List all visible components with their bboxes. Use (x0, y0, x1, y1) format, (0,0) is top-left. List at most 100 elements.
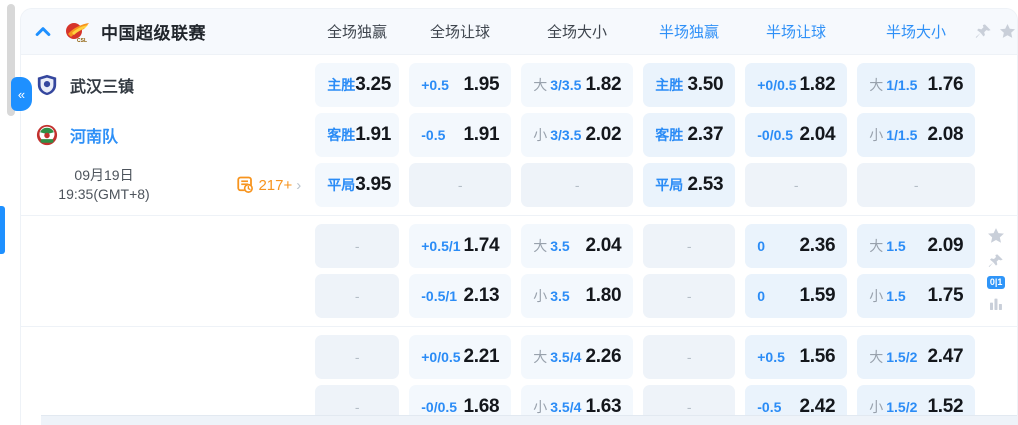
odds-selection-label: 客胜 (655, 125, 683, 145)
odds-cell-empty: - (409, 163, 511, 207)
info-spacer (21, 224, 315, 318)
odds-value: 1.75 (927, 285, 963, 307)
away-team-name: 河南队 (70, 123, 118, 147)
odds-value: 2.02 (585, 124, 621, 146)
home-team-row[interactable]: 武汉三镇 (21, 63, 315, 107)
column-header-half: 半场让球 (745, 21, 847, 42)
odds-value: 1.56 (799, 346, 835, 368)
odds-cell[interactable]: 客胜1.91 (315, 113, 399, 157)
odds-selection-label: 主胜 (327, 75, 355, 95)
odds-cell[interactable]: +0.5 1.95 (409, 63, 511, 107)
odds-cell[interactable]: +0.5/11.74 (409, 224, 511, 268)
pin-match-icon[interactable] (988, 253, 1004, 269)
odds-cell[interactable]: 大3.52.04 (521, 224, 633, 268)
league-header-left: CSL 中国超级联赛 (21, 19, 315, 44)
odds-selection-label: 小3.5/4 (533, 397, 581, 417)
odds-cell[interactable]: 小3.51.80 (521, 274, 633, 318)
left-edge-indicator (0, 206, 5, 254)
odds-value: 1.59 (799, 285, 835, 307)
odds-value: 3.25 (355, 74, 391, 96)
league-title: 中国超级联赛 (101, 19, 206, 44)
odds-selection-label: 0 (757, 288, 765, 304)
odds-cell[interactable]: +0/0.52.21 (409, 335, 511, 379)
odds-value: 1.95 (463, 74, 499, 96)
odds-cell[interactable]: -0/0.52.04 (745, 113, 847, 157)
league-header: CSL 中国超级联赛 全场独赢全场让球全场大小半场独赢半场让球半场大小 (21, 9, 1017, 55)
odds-value: 1.76 (927, 74, 963, 96)
league-odds-card: CSL 中国超级联赛 全场独赢全场让球全场大小半场独赢半场让球半场大小 (20, 8, 1018, 425)
odds-cell[interactable]: 客胜2.37 (643, 113, 735, 157)
corner-score-badge[interactable]: 0|1 (987, 276, 1006, 289)
odds-cell-empty: - (745, 163, 847, 207)
odds-cell[interactable]: 大1/1.51.76 (857, 63, 975, 107)
odds-cell-empty: - (643, 335, 735, 379)
home-team-badge (36, 74, 58, 96)
odds-selection-label: 大1.5/2 (869, 347, 917, 367)
main-odds-section: 武汉三镇 河南队 09月19日 19:35(GMT+8) (21, 55, 1017, 215)
pin-league-icon[interactable] (975, 23, 992, 40)
column-header-half: 半场独赢 (643, 21, 735, 42)
away-team-row[interactable]: 河南队 (21, 113, 315, 157)
league-logo: CSL (64, 20, 90, 44)
odds-cell[interactable]: +0.51.56 (745, 335, 847, 379)
odds-column-headers: 全场独赢全场让球全场大小半场独赢半场让球半场大小 (315, 21, 975, 42)
odds-cell-empty: - (857, 163, 975, 207)
odds-value: 2.26 (585, 346, 621, 368)
more-markets-link[interactable]: 217+ › (236, 176, 301, 194)
markets-list-clock-icon (236, 176, 254, 194)
side-rail-spacer (975, 335, 1017, 425)
odds-selection-label: 平局 (655, 175, 683, 195)
odds-cell[interactable]: 平局2.53 (643, 163, 735, 207)
odds-value: 1.74 (463, 235, 499, 257)
away-team-badge (36, 124, 58, 146)
over-under-prefix: 大 (533, 238, 547, 254)
odds-selection-label: -0/0.5 (421, 399, 457, 415)
odds-selection-label: 主胜 (655, 75, 683, 95)
odds-cell[interactable]: 02.36 (745, 224, 847, 268)
over-under-prefix: 大 (869, 349, 883, 365)
secondary-odds-grid-2: -+0/0.52.21大3.5/42.26-+0.51.56大1.5/22.47… (315, 335, 975, 425)
odds-selection-label: 平局 (327, 175, 355, 195)
odds-cell[interactable]: 大3.5/42.26 (521, 335, 633, 379)
odds-value: 2.09 (927, 235, 963, 257)
odds-cell[interactable]: 大1.52.09 (857, 224, 975, 268)
collapse-sidebar-button[interactable]: « (11, 77, 32, 111)
odds-cell[interactable]: 小1.51.75 (857, 274, 975, 318)
odds-cell-empty: - (315, 274, 399, 318)
odds-cell-empty: - (315, 224, 399, 268)
match-time: 19:35(GMT+8) (43, 185, 165, 204)
odds-cell[interactable]: 小3/3.52.02 (521, 113, 633, 157)
odds-cell[interactable]: 01.59 (745, 274, 847, 318)
odds-cell[interactable]: 大3/3.51.82 (521, 63, 633, 107)
favorite-league-star-icon[interactable] (998, 22, 1017, 41)
odds-selection-label: +0.5 (421, 77, 449, 93)
odds-cell[interactable]: 小1/1.52.08 (857, 113, 975, 157)
odds-value: 2.36 (799, 235, 835, 257)
odds-cell[interactable]: 主胜3.50 (643, 63, 735, 107)
collapse-league-chevron-up-icon[interactable] (33, 22, 53, 42)
odds-selection-label: +0/0.5 (421, 349, 460, 365)
odds-cell[interactable]: 主胜3.25 (315, 63, 399, 107)
odds-selection-label: -0.5 (757, 399, 781, 415)
odds-cell[interactable]: +0/0.51.82 (745, 63, 847, 107)
over-under-prefix: 大 (533, 77, 547, 93)
odds-value: 1.91 (355, 124, 391, 146)
column-header-full: 全场大小 (521, 21, 633, 42)
odds-selection-label: 客胜 (327, 125, 355, 145)
odds-selection-label: 大3/3.5 (533, 75, 581, 95)
odds-cell[interactable]: -0.5/12.13 (409, 274, 511, 318)
odds-cell[interactable]: 大1.5/22.47 (857, 335, 975, 379)
odds-value: 2.21 (463, 346, 499, 368)
home-team-name: 武汉三镇 (70, 73, 134, 97)
odds-value: 2.37 (687, 124, 723, 146)
stats-bar-chart-icon[interactable] (988, 296, 1004, 312)
odds-cell[interactable]: -0.51.91 (409, 113, 511, 157)
next-row-peek (41, 415, 1017, 425)
odds-value: 1.82 (799, 74, 835, 96)
odds-value: 1.82 (585, 74, 621, 96)
over-under-prefix: 小 (869, 288, 883, 304)
odds-cell[interactable]: 平局3.95 (315, 163, 399, 207)
side-rail-spacer (975, 63, 1017, 207)
over-under-prefix: 小 (869, 127, 883, 143)
favorite-match-star-icon[interactable] (986, 226, 1006, 246)
